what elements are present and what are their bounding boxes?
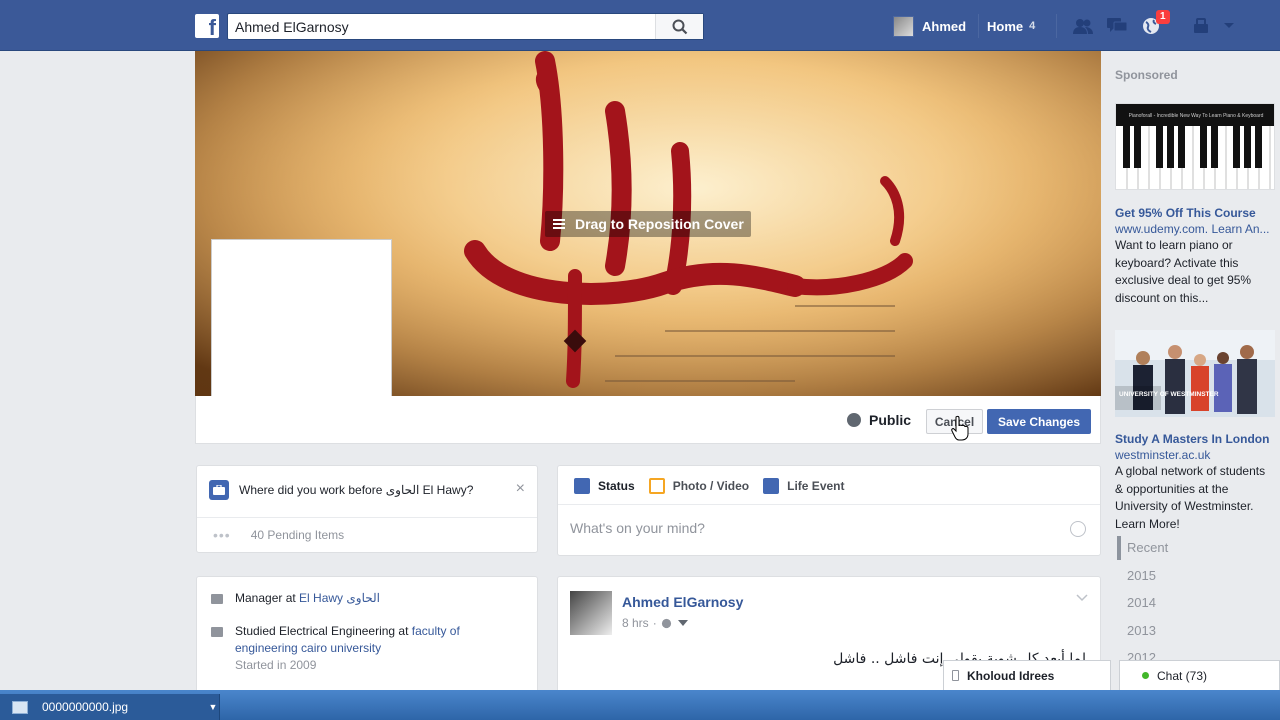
intro-job-row: Manager at El Hawy الحاوى <box>211 590 521 607</box>
students-illustration: UNIVERSITY OF WESTMINSTER <box>1115 330 1275 417</box>
ad-image-university[interactable]: UNIVERSITY OF WESTMINSTER <box>1115 330 1275 417</box>
ad-image-caption: Pianoforall - Incredible New Way To Lear… <box>1129 113 1264 119</box>
emoji-smiley-icon[interactable] <box>1070 521 1086 537</box>
download-options-chevron-down-icon[interactable]: ▼ <box>206 700 220 714</box>
post-composer: Status Photo / Video Life Event What's o… <box>557 465 1101 556</box>
nav-divider <box>1056 14 1057 38</box>
timeline-item-2013[interactable]: 2013 <box>1127 623 1156 638</box>
tab-status[interactable]: Status <box>574 478 635 494</box>
graduation-cap-icon <box>211 627 223 637</box>
status-input[interactable]: What's on your mind? <box>570 520 705 536</box>
search-input[interactable] <box>228 14 658 39</box>
avatar[interactable] <box>570 591 612 635</box>
chat-label: Chat (73) <box>1157 668 1208 683</box>
nav-profile-name: Ahmed <box>922 18 967 34</box>
work-question-row[interactable]: Where did you work before الحاوى El Hawy… <box>209 480 529 500</box>
download-file-name: 0000000000.jpg <box>42 700 129 714</box>
nav-home-count: 4 <box>1029 20 1036 32</box>
reposition-label: Drag to Reposition Cover <box>575 216 744 232</box>
ad-url-link[interactable]: www.udemy.com. Learn An... <box>1115 222 1275 236</box>
mobile-phone-icon <box>952 670 959 681</box>
work-prompt-card: Where did you work before الحاوى El Hawy… <box>196 465 538 553</box>
more-dots-icon: ••• <box>213 527 231 543</box>
privacy-selector[interactable]: Public <box>847 411 911 429</box>
timeline-active-indicator <box>1117 536 1121 560</box>
pending-items-label: 40 Pending Items <box>250 528 345 542</box>
globe-icon[interactable] <box>661 618 672 629</box>
ad-image-caption: UNIVERSITY OF WESTMINSTER <box>1119 391 1219 398</box>
search-button[interactable] <box>655 14 703 39</box>
drag-to-reposition-hint[interactable]: Drag to Reposition Cover <box>545 211 751 237</box>
briefcase-icon <box>211 594 223 604</box>
intro-education-row: Studied Electrical Engineering at facult… <box>211 623 521 674</box>
divider <box>197 517 537 518</box>
pencil-icon <box>574 478 590 494</box>
nav-home-label: Home <box>987 18 1024 34</box>
tab-photo-video[interactable]: Photo / Video <box>648 478 750 494</box>
ad-url-link[interactable]: westminster.ac.uk <box>1115 448 1275 462</box>
privacy-label: Public <box>869 412 912 428</box>
online-status-dot <box>1142 672 1149 679</box>
ad-description: Want to learn piano or keyboard? Activat… <box>1115 238 1252 305</box>
globe-icon <box>847 413 861 427</box>
divider <box>558 504 1100 505</box>
post-options-chevron-down-icon[interactable] <box>1076 593 1088 605</box>
chat-tab-contact[interactable]: Kholoud Idrees <box>943 660 1111 690</box>
pending-items-link[interactable]: ••• 40 Pending Items <box>213 527 344 543</box>
nav-divider <box>978 14 979 38</box>
image-file-icon <box>12 700 28 714</box>
timeline-item-recent[interactable]: Recent <box>1127 540 1168 555</box>
ad-title-link[interactable]: Get 95% Off This Course <box>1115 206 1256 220</box>
sponsored-heading: Sponsored <box>1115 68 1178 82</box>
post-meta: 8 hrs · <box>622 616 688 630</box>
close-icon[interactable]: × <box>516 481 525 497</box>
download-item[interactable]: 0000000000.jpg <box>0 694 220 720</box>
chat-sidebar-toggle[interactable]: Chat (73) <box>1119 660 1280 690</box>
privacy-shortcuts-icon[interactable] <box>1190 16 1212 36</box>
facebook-logo[interactable]: f <box>195 14 219 38</box>
notifications-badge: 1 <box>1156 10 1170 24</box>
work-question-text: Where did you work before الحاوى El Hawy… <box>239 483 474 497</box>
nav-profile-link[interactable]: Ahmed <box>893 15 966 37</box>
nav-home-link[interactable]: Home 4 <box>987 15 1035 37</box>
friend-requests-icon[interactable] <box>1072 16 1094 36</box>
ad-title-link[interactable]: Study A Masters In London <box>1115 432 1269 446</box>
composer-tabs: Status Photo / Video Life Event <box>574 476 859 496</box>
separator: · <box>652 616 657 630</box>
tab-life-event-label: Life Event <box>787 479 845 493</box>
top-navigation-bar: f Ahmed Home 4 1 <box>0 0 1280 51</box>
photo-icon <box>648 478 665 494</box>
job-prefix: Manager at <box>235 591 300 605</box>
search-icon <box>672 19 687 34</box>
ad-description: A global network of students & opportuni… <box>1115 464 1266 531</box>
account-menu-chevron-down-icon[interactable] <box>1218 16 1240 36</box>
piano-keys-illustration: Pianoforall - Incredible New Way To Lear… <box>1116 104 1274 189</box>
timeline-item-2015[interactable]: 2015 <box>1127 568 1156 583</box>
briefcase-icon <box>209 480 229 500</box>
post-timestamp[interactable]: 8 hrs <box>622 616 649 630</box>
search-box <box>227 13 704 40</box>
drag-handle-icon <box>553 219 565 229</box>
profile-picture[interactable] <box>211 239 392 396</box>
hand-cursor-icon <box>951 415 969 441</box>
timeline-item-2014[interactable]: 2014 <box>1127 595 1156 610</box>
intro-education-text: Studied Electrical Engineering at facult… <box>235 623 521 674</box>
tab-photo-video-label: Photo / Video <box>672 479 750 493</box>
employer-link[interactable]: El Hawy الحاوى <box>299 591 380 605</box>
tab-life-event[interactable]: Life Event <box>763 478 845 494</box>
save-changes-button[interactable]: Save Changes <box>987 409 1091 434</box>
education-started: Started in 2009 <box>235 658 317 672</box>
messages-icon[interactable] <box>1106 16 1128 36</box>
ad-image-piano[interactable]: Pianoforall - Incredible New Way To Lear… <box>1115 103 1275 190</box>
flag-icon <box>763 478 780 494</box>
intro-job-text: Manager at El Hawy الحاوى <box>235 590 380 607</box>
post-author-link[interactable]: Ahmed ElGarnosy <box>622 594 743 610</box>
tab-status-label: Status <box>598 479 635 493</box>
intro-card: Manager at El Hawy الحاوى Studied Electr… <box>196 576 538 696</box>
avatar <box>893 15 914 37</box>
education-prefix: Studied Electrical Engineering at <box>235 624 412 638</box>
chevron-down-icon[interactable] <box>677 620 688 626</box>
chat-contact-name: Kholoud Idrees <box>967 668 1055 683</box>
